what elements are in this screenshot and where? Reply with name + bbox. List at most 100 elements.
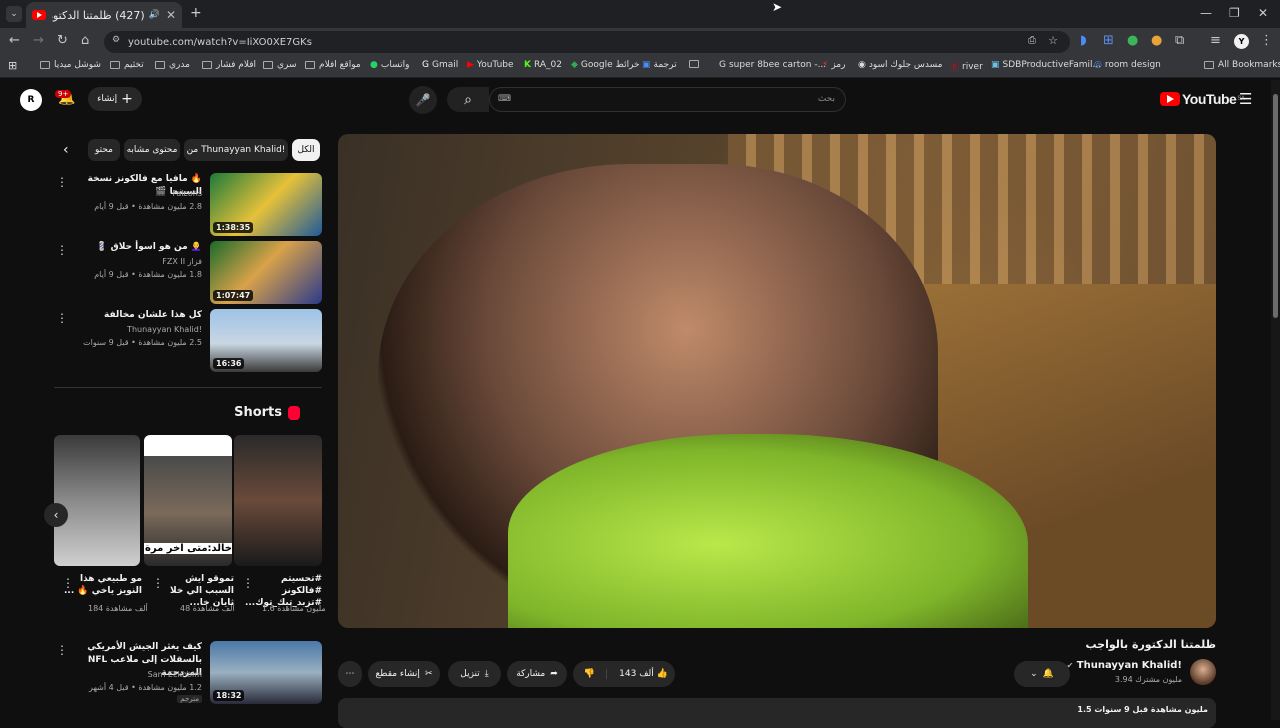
subscribed-button[interactable]: ⌄ 🔔 xyxy=(1014,661,1070,687)
color-extension-icon[interactable]: ● xyxy=(1151,33,1162,48)
extension-icon[interactable]: ◗ xyxy=(1080,33,1087,48)
more-actions-button[interactable]: ⋯ xyxy=(338,661,362,687)
recommendation-item[interactable]: 1:07:47 👩‍🦲 من هو اسوأ حلاق 💈 FZX II فزا… xyxy=(54,241,322,305)
guide-menu-icon[interactable]: ☰ xyxy=(1239,90,1252,108)
all-bookmarks-button[interactable]: All Bookmarks xyxy=(1204,60,1280,70)
page-scrollbar[interactable] xyxy=(1271,80,1280,720)
video-thumbnail[interactable]: 1:07:47 xyxy=(210,241,322,304)
bookmark-item[interactable]: ● واتساب xyxy=(370,60,409,70)
bookmark-item[interactable]: مواقع افلام xyxy=(305,60,361,70)
browser-menu-icon[interactable]: ⋮ xyxy=(1260,33,1273,48)
short-more-options-icon[interactable]: ⋮ xyxy=(62,576,74,590)
recommendation-item[interactable]: 1:38:35 🔥 مافيا مع فالكونز نسخة السينما … xyxy=(54,173,322,237)
search-input[interactable]: ⌨ بحث xyxy=(489,87,846,112)
bookmark-item[interactable]: تخثيم xyxy=(110,60,144,70)
audio-icon[interactable]: 🔊 xyxy=(149,10,160,20)
recommendation-item[interactable]: 16:36 كل هذا علشان مخالفة Thunayyan Khal… xyxy=(54,309,322,373)
more-options-icon[interactable]: ⋮ xyxy=(56,243,68,257)
recommendation-channel[interactable]: Falcons xyxy=(172,189,202,198)
short-more-options-icon[interactable]: ⋮ xyxy=(242,576,254,590)
browser-tab[interactable]: (427) ظلمتنا الدكتورة بالواجب... 🔊 ✕ xyxy=(26,2,182,28)
create-button[interactable]: إنشاء + xyxy=(88,87,142,111)
voice-search-mic-icon[interactable]: 🎤 xyxy=(409,86,437,114)
bookmark-item[interactable]: ▣ ترجمة xyxy=(642,60,677,70)
restore-icon[interactable]: ❐ xyxy=(1229,6,1240,20)
recommendation-title[interactable]: كل هذا علشان مخالفة xyxy=(62,309,202,322)
bookmark-item[interactable]: افلام فشار xyxy=(202,60,256,70)
apps-grid-icon[interactable]: ⊞ xyxy=(8,59,17,72)
recommendation-channel[interactable]: Thunayyan Khalid! xyxy=(127,325,202,334)
short-thumbnail[interactable] xyxy=(234,435,322,566)
new-tab-button[interactable]: + xyxy=(190,5,202,21)
bookmark-item[interactable]: Gsuper 8bee carton -... xyxy=(719,60,826,70)
recommendation-channel[interactable]: FZX II فزاز xyxy=(162,257,202,266)
more-options-icon[interactable]: ⋮ xyxy=(56,643,68,657)
short-thumbnail[interactable]: خالد:متى آخر مرة ب xyxy=(144,435,232,566)
short-more-options-icon[interactable]: ⋮ xyxy=(152,576,164,590)
scrollbar-thumb[interactable] xyxy=(1273,94,1278,318)
channel-name[interactable]: ✔ Thunayyan Khalid! xyxy=(1067,660,1182,671)
search-button[interactable]: ⌕ xyxy=(447,87,489,112)
recommendation-item[interactable]: 18:32 كيف يغثر الجيش الأمريكي بالسقلات إ… xyxy=(54,641,322,705)
profile-avatar[interactable]: Y xyxy=(1234,34,1249,49)
chip-from-channel[interactable]: من Thunayyan Khalid! xyxy=(184,139,288,161)
chip-other[interactable]: محتو xyxy=(88,139,120,161)
bookmark-item[interactable]: مدري xyxy=(155,60,190,70)
keyboard-icon[interactable]: ⌨ xyxy=(498,94,511,104)
bookmark-item[interactable]: ◎ room design xyxy=(1094,60,1161,70)
chip-all[interactable]: الكل xyxy=(292,139,320,161)
bookmark-star-icon[interactable]: ☆ xyxy=(1048,34,1058,47)
tab-close-icon[interactable]: ✕ xyxy=(166,8,176,22)
more-horizontal-icon: ⋯ xyxy=(345,669,355,679)
bookmark-item[interactable]: ▣ SDBProductiveFamil... xyxy=(991,60,1101,70)
clip-button[interactable]: إنشاء مقطع ✂ xyxy=(368,661,440,687)
video-thumbnail[interactable]: 16:36 xyxy=(210,309,322,372)
install-icon[interactable]: ⎙ xyxy=(1028,35,1036,46)
bookmark-item[interactable]: شوشل ميديا xyxy=(40,60,101,70)
bookmark-item[interactable] xyxy=(689,60,703,68)
url-input[interactable]: ⚙ youtube.com/watch?v=IiXO0XE7GKs ⎙ ☆ xyxy=(104,31,1070,53)
like-button[interactable]: 143 ألف 👍 xyxy=(612,669,675,679)
reload-icon[interactable]: ↻ xyxy=(57,33,68,48)
bookmark-item[interactable]: K RA_02 xyxy=(524,60,562,70)
more-options-icon[interactable]: ⋮ xyxy=(56,311,68,325)
bookmark-item[interactable]: سري xyxy=(263,60,297,70)
forward-icon[interactable]: → xyxy=(33,33,44,48)
more-options-icon[interactable]: ⋮ xyxy=(56,175,68,189)
dislike-button[interactable]: 👎 xyxy=(573,669,607,679)
bookmark-item[interactable]: ◆ Google خرائط xyxy=(571,60,640,70)
clip-label: إنشاء مقطع xyxy=(375,669,420,679)
minimize-icon[interactable]: — xyxy=(1200,6,1212,20)
bookmark-item[interactable]: ⚡ رمز xyxy=(822,60,845,70)
chips-scroll-left-icon[interactable]: ‹ xyxy=(63,142,69,158)
bookmark-item[interactable]: ⓟ river xyxy=(950,60,983,74)
video-thumbnail[interactable]: 1:38:35 xyxy=(210,173,322,236)
back-icon[interactable]: ← xyxy=(9,33,20,48)
video-player[interactable] xyxy=(338,134,1216,628)
short-thumbnail[interactable] xyxy=(54,435,140,566)
site-info-icon[interactable]: ⚙ xyxy=(112,35,120,45)
tab-search-icon[interactable]: ⌄ xyxy=(6,6,22,22)
close-window-icon[interactable]: ✕ xyxy=(1258,6,1268,20)
video-thumbnail[interactable]: 18:32 xyxy=(210,641,322,704)
bookmark-label: Gmail xyxy=(431,60,459,70)
bookmark-item[interactable]: G Gmail xyxy=(422,60,458,70)
translate-extension-icon[interactable]: ⊞ xyxy=(1103,33,1114,48)
recommendation-title[interactable]: 👩‍🦲 من هو اسوأ حلاق 💈 xyxy=(62,241,202,254)
short-title[interactable]: مو طبيعي هذا النويز ياخي 🔥 ... xyxy=(62,573,142,597)
shorts-scroll-left-button[interactable]: ‹ xyxy=(44,503,68,527)
grammarly-extension-icon[interactable]: ● xyxy=(1127,33,1138,48)
account-avatar[interactable]: R xyxy=(20,89,42,111)
recommendation-channel[interactable]: Sam Eckholm xyxy=(148,670,202,679)
home-icon[interactable]: ⌂ xyxy=(81,33,89,48)
share-button[interactable]: مشاركة ➦ xyxy=(507,661,567,687)
bookmark-item[interactable]: ▶ YouTube xyxy=(467,60,514,70)
extensions-puzzle-icon[interactable]: ⧉ xyxy=(1175,33,1184,48)
chip-related[interactable]: محتوى مشابه xyxy=(124,139,180,161)
reading-list-icon[interactable]: ≡ xyxy=(1210,33,1221,48)
download-button[interactable]: تنزيل ⤓ xyxy=(448,661,501,687)
channel-avatar[interactable] xyxy=(1190,659,1216,685)
bookmark-item[interactable]: ◉ مسدس جلوك اسود xyxy=(858,60,942,70)
description-box[interactable]: 1.5 مليون مشاهدة قبل 9 سنوات xyxy=(338,698,1216,728)
youtube-logo[interactable]: YouTube SA xyxy=(1160,91,1245,107)
